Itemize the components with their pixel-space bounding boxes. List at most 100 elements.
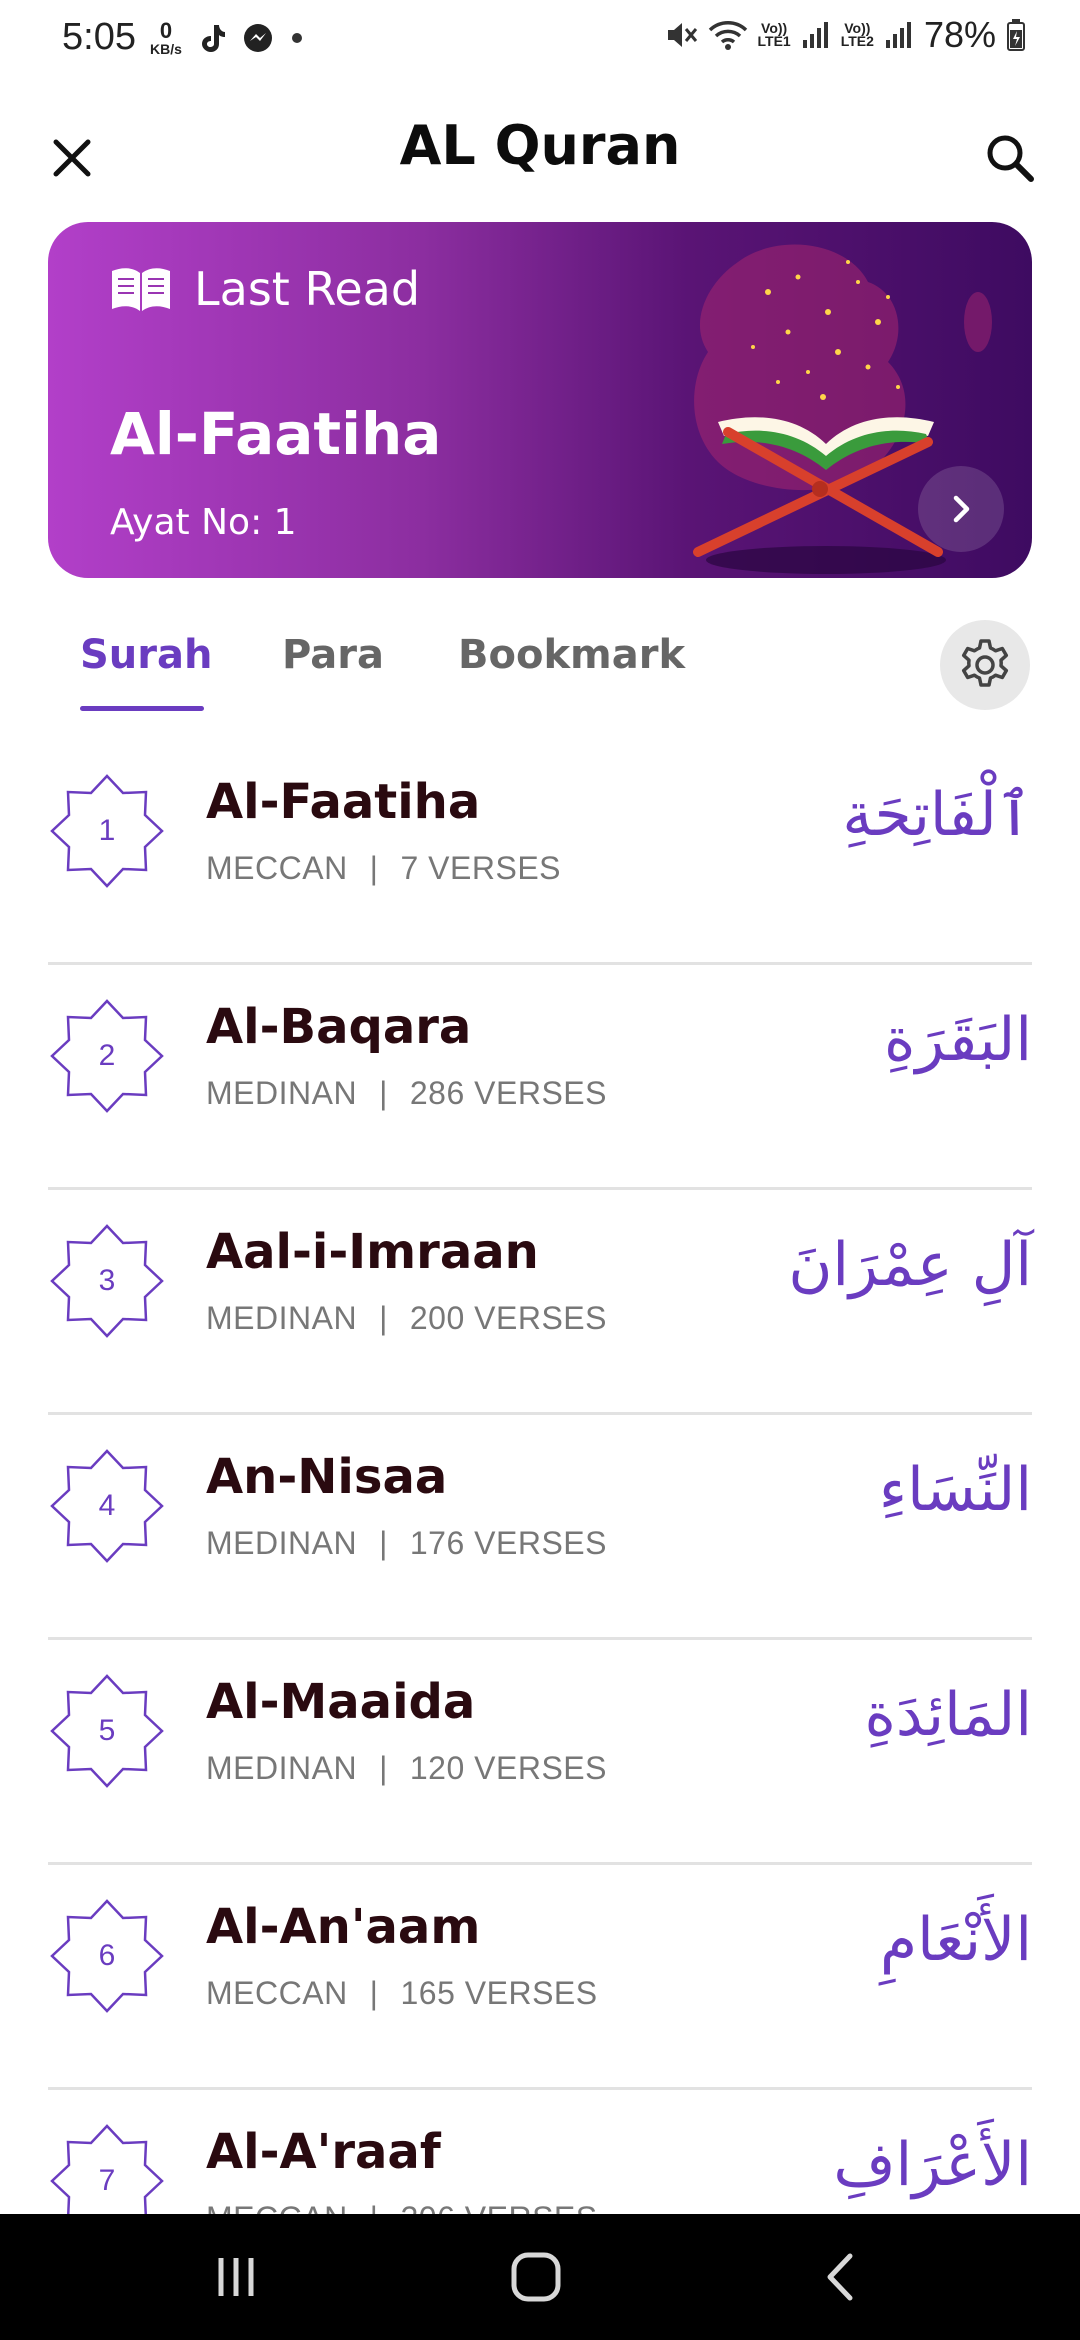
sim2-label: Vo)) LTE2 bbox=[840, 21, 874, 49]
recents-button[interactable] bbox=[196, 2244, 276, 2310]
net-speed-value: 0 bbox=[159, 18, 173, 43]
home-icon bbox=[511, 2252, 561, 2302]
surah-number: 2 bbox=[98, 1039, 116, 1072]
surah-verse-count: 120 bbox=[409, 1750, 465, 1786]
surah-meta: MEDINAN | 176 VERSES bbox=[206, 1525, 607, 1562]
surah-arabic-name: البَقَرَةِ bbox=[884, 1005, 1032, 1075]
surah-number-badge: 1 bbox=[48, 772, 166, 890]
recents-icon bbox=[218, 2258, 254, 2296]
meta-separator: | bbox=[379, 1525, 388, 1561]
surah-row[interactable]: 6 Al-An'aam MECCAN | 165 VERSES الأَنْعَام… bbox=[48, 1865, 1032, 2090]
surah-verse-count: 165 bbox=[400, 1975, 456, 2011]
surah-number-badge: 3 bbox=[48, 1222, 166, 1340]
surah-name: An-Nisaa bbox=[206, 1449, 448, 1505]
sim1-label-bottom: LTE1 bbox=[757, 33, 791, 49]
surah-row[interactable]: 3 Aal-i-Imraan MEDINAN | 200 VERSES آلِ عِ… bbox=[48, 1190, 1032, 1415]
surah-number: 3 bbox=[98, 1264, 116, 1297]
surah-number-badge: 5 bbox=[48, 1672, 166, 1790]
book-icon bbox=[112, 268, 170, 311]
surah-row[interactable]: 5 Al-Maaida MEDINAN | 120 VERSES المَائِدَ… bbox=[48, 1640, 1032, 1865]
status-time: 5:05 bbox=[62, 16, 136, 58]
verses-label: VERSES bbox=[464, 1975, 598, 2011]
last-read-label: Last Read bbox=[194, 262, 421, 316]
status-bar: 5:05 0 KB/s Vo)) LTE1 Vo)) LTE2 78% bbox=[0, 0, 1080, 84]
surah-list: 1 Al-Faatiha MECCAN | 7 VERSES ٱلْفَاتِحَة… bbox=[0, 740, 1080, 2214]
surah-row[interactable]: 7 Al-A'raaf MECCAN | 206 VERSES الأَعْرَاف… bbox=[48, 2090, 1032, 2214]
surah-arabic-name: الأَنْعَامِ bbox=[880, 1905, 1032, 1975]
back-icon bbox=[827, 2253, 853, 2301]
meta-separator: | bbox=[369, 850, 379, 886]
last-read-ayat: Ayat No: 1 bbox=[110, 502, 297, 543]
surah-row[interactable]: 4 An-Nisaa MEDINAN | 176 VERSES النِّسَاءِ bbox=[48, 1415, 1032, 1640]
back-button[interactable] bbox=[800, 2244, 880, 2310]
surah-verse-count: 206 bbox=[400, 2200, 455, 2214]
notification-icons bbox=[200, 22, 304, 54]
last-read-card[interactable]: Last Read Al-Faatiha Ayat No: 1 bbox=[48, 222, 1032, 578]
verses-label: VERSES bbox=[428, 850, 561, 886]
surah-verse-count: 200 bbox=[409, 1300, 465, 1336]
battery-percent: 78% bbox=[923, 14, 996, 55]
search-button[interactable] bbox=[976, 124, 1044, 192]
battery-icon bbox=[1007, 19, 1025, 51]
surah-type: MECCAN bbox=[206, 1975, 348, 2011]
last-read-surah: Al-Faatiha bbox=[110, 400, 442, 468]
surah-row[interactable]: 2 Al-Baqara MEDINAN | 286 VERSES البَقَرَة… bbox=[48, 965, 1032, 1190]
surah-type: MEDINAN bbox=[206, 1300, 358, 1336]
signal-icon bbox=[885, 22, 911, 48]
sim2-label-bottom: LTE2 bbox=[840, 33, 874, 49]
surah-name: Al-Faatiha bbox=[206, 774, 481, 830]
surah-arabic-name: ٱلْفَاتِحَةِ bbox=[842, 780, 1032, 850]
net-speed: 0 KB/s bbox=[150, 18, 182, 57]
surah-arabic-name: النِّسَاءِ bbox=[878, 1455, 1032, 1525]
surah-meta: MECCAN | 165 VERSES bbox=[206, 1975, 598, 2012]
surah-number-badge: 7 bbox=[48, 2122, 166, 2214]
search-icon bbox=[987, 135, 1034, 182]
surah-arabic-name: المَائِدَةِ bbox=[864, 1680, 1032, 1750]
last-read-next-button[interactable] bbox=[918, 466, 1004, 552]
net-speed-unit: KB/s bbox=[150, 41, 182, 57]
surah-type: MECCAN bbox=[206, 2200, 348, 2214]
settings-button[interactable] bbox=[940, 620, 1030, 710]
meta-separator: | bbox=[379, 1300, 388, 1336]
signal-icon bbox=[802, 22, 828, 48]
page-title: AL Quran bbox=[399, 114, 681, 177]
surah-number: 7 bbox=[98, 2164, 116, 2197]
last-read-header: Last Read bbox=[110, 262, 420, 316]
screen: 5:05 0 KB/s Vo)) LTE1 Vo)) LTE2 78% AL Q… bbox=[0, 0, 1080, 2340]
surah-meta: MECCAN | 7 VERSES bbox=[206, 850, 561, 887]
surah-meta: MEDINAN | 200 VERSES bbox=[206, 1300, 607, 1337]
surah-number: 5 bbox=[98, 1714, 116, 1747]
verses-label: VERSES bbox=[474, 1075, 607, 1111]
tab-surah[interactable]: Surah bbox=[80, 632, 212, 678]
surah-number: 1 bbox=[98, 814, 116, 847]
verses-label: VERSES bbox=[465, 2200, 598, 2214]
status-right: Vo)) LTE1 Vo)) LTE2 78% bbox=[664, 14, 1026, 56]
surah-number-badge: 2 bbox=[48, 997, 166, 1115]
surah-verse-count: 176 bbox=[409, 1525, 465, 1561]
verses-label: VERSES bbox=[474, 1300, 607, 1336]
surah-type: MECCAN bbox=[206, 850, 348, 886]
surah-number-badge: 4 bbox=[48, 1447, 166, 1565]
gear-icon bbox=[961, 639, 1009, 687]
surah-meta: MEDINAN | 120 VERSES bbox=[206, 1750, 607, 1787]
surah-meta: MECCAN | 206 VERSES bbox=[206, 2200, 598, 2214]
surah-number-badge: 6 bbox=[48, 1897, 166, 2015]
home-button[interactable] bbox=[496, 2244, 576, 2310]
surah-type: MEDINAN bbox=[206, 1525, 358, 1561]
surah-row[interactable]: 1 Al-Faatiha MECCAN | 7 VERSES ٱلْفَاتِحَة… bbox=[48, 740, 1032, 965]
verses-label: VERSES bbox=[474, 1750, 607, 1786]
wifi-icon bbox=[708, 21, 747, 50]
surah-number: 4 bbox=[98, 1489, 116, 1522]
surah-name: Al-Maaida bbox=[206, 1674, 476, 1730]
system-nav-bar bbox=[0, 2214, 1080, 2340]
sim1-label: Vo)) LTE1 bbox=[757, 21, 791, 49]
surah-verse-count: 7 bbox=[400, 850, 419, 886]
tab-bar: Surah Para Bookmark bbox=[0, 620, 1080, 720]
tiktok-icon bbox=[202, 25, 225, 52]
surah-number: 6 bbox=[98, 1939, 116, 1972]
meta-separator: | bbox=[379, 1075, 388, 1111]
tab-para[interactable]: Para bbox=[282, 632, 384, 678]
surah-arabic-name: آلِ عِمْرَانَ bbox=[788, 1230, 1032, 1300]
tab-bookmark[interactable]: Bookmark bbox=[458, 632, 685, 678]
verses-label: VERSES bbox=[474, 1525, 607, 1561]
